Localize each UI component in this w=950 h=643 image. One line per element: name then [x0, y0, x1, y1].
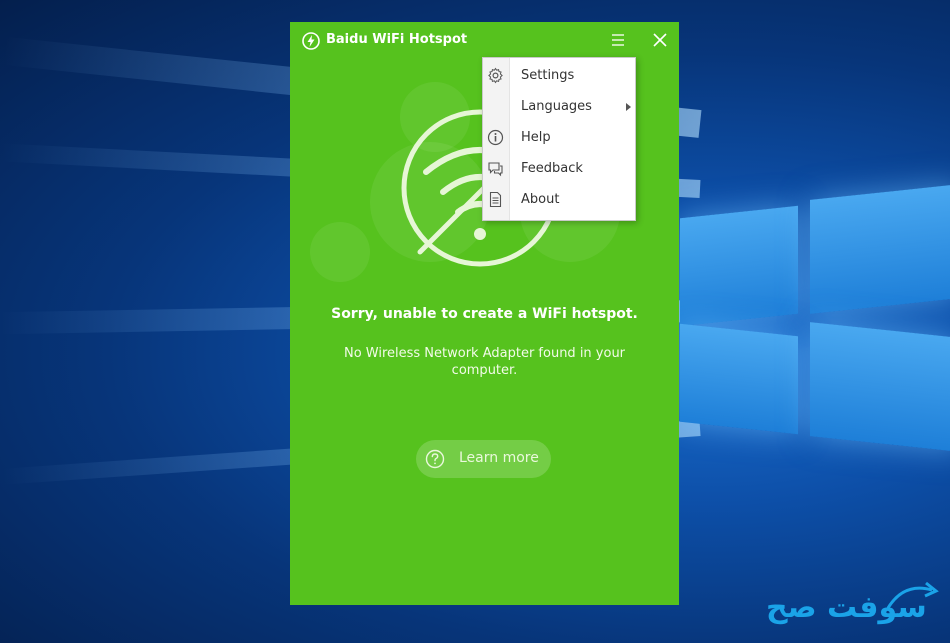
windows-logo-pane [680, 205, 798, 327]
windows-logo-pane [810, 184, 950, 314]
menu-item-settings[interactable]: Settings [483, 60, 635, 90]
lightning-logo-icon [302, 32, 320, 50]
menu-item-feedback[interactable]: Feedback [483, 153, 635, 183]
menu-item-help[interactable]: Help [483, 122, 635, 152]
gear-icon [488, 67, 503, 84]
menu-item-label: Settings [521, 68, 575, 83]
watermark-text: سوفت صح [766, 590, 927, 625]
site-watermark: سوفت صح [766, 580, 946, 630]
document-icon [489, 191, 502, 208]
menu-item-label: Help [521, 130, 551, 145]
options-menu: Settings Languages Help Feedback About [482, 57, 636, 221]
bokeh-decoration [310, 222, 370, 282]
hamburger-menu-icon[interactable] [608, 30, 628, 50]
menu-item-label: About [521, 192, 560, 207]
menu-item-label: Feedback [521, 161, 583, 176]
info-icon [487, 129, 504, 146]
close-icon[interactable] [650, 30, 670, 50]
menu-item-about[interactable]: About [483, 184, 635, 214]
windows-logo-pane [810, 322, 950, 452]
submenu-arrow-icon [626, 103, 631, 111]
title-bar: Baidu WiFi Hotspot [290, 22, 679, 58]
menu-item-label: Languages [521, 99, 592, 114]
question-circle-icon [425, 449, 445, 469]
error-message: No Wireless Network Adapter found in you… [343, 346, 626, 378]
windows-logo-pane [680, 323, 798, 435]
app-title: Baidu WiFi Hotspot [326, 32, 468, 47]
learn-more-button[interactable]: Learn more [416, 440, 551, 478]
error-headline: Sorry, unable to create a WiFi hotspot. [331, 306, 638, 322]
windows-logo [672, 170, 950, 470]
feedback-icon [488, 162, 503, 177]
desktop-background: Baidu WiFi Hotspot Sorry, unable to crea… [0, 0, 950, 643]
learn-more-label: Learn more [459, 450, 539, 466]
menu-item-languages[interactable]: Languages [483, 91, 635, 121]
